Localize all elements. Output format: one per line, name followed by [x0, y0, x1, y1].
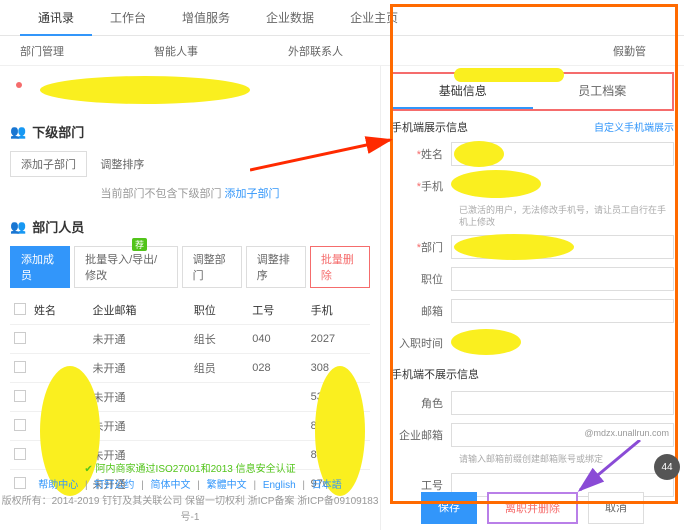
- resign-delete-button[interactable]: 离职并删除: [487, 492, 578, 524]
- sub-nav: 部门管理 智能人事 外部联系人 假勤管: [0, 36, 684, 66]
- footer-link-agreement[interactable]: 钉钉公约: [94, 480, 134, 491]
- left-panel: 👥 下级部门 添加子部门 调整排序 当前部门不包含下级部门 添加子部门 👥 部门…: [0, 66, 380, 530]
- sub-dept-label: 下级部门: [32, 122, 84, 141]
- footer-link-zhtw[interactable]: 繁體中文: [207, 480, 247, 491]
- subnav-attendance[interactable]: 假勤管: [613, 43, 676, 59]
- cell-phone: 2027: [307, 325, 370, 354]
- cell-email: 未开通: [88, 412, 189, 441]
- save-button[interactable]: 保存: [421, 492, 477, 524]
- display-section-header: 手机端展示信息 自定义手机端展示: [391, 119, 674, 135]
- th-pos: 职位: [190, 296, 248, 325]
- left-footer: ✔ 阿内商家通过ISO27001和2013 信息安全认证 帮助中心 | 钉钉公约…: [0, 462, 380, 526]
- subnav-dept[interactable]: 部门管理: [20, 43, 94, 59]
- position-input[interactable]: [451, 267, 674, 291]
- cell-pos: 组员: [190, 354, 248, 383]
- sub-dept-title: 👥 下级部门: [10, 122, 370, 141]
- add-member-button[interactable]: 添加成员: [10, 246, 70, 288]
- yellow-highlight: [454, 68, 564, 82]
- phone-label: *手机: [391, 178, 451, 194]
- nav-tab-contacts[interactable]: 通讯录: [20, 0, 92, 36]
- nav-tab-vas[interactable]: 增值服务: [164, 0, 248, 36]
- table-row[interactable]: 未开通 组长 040 2027: [10, 325, 370, 354]
- select-all-checkbox[interactable]: [14, 303, 26, 315]
- dept-label: *部门: [391, 239, 451, 255]
- corp-email-hint: 请输入邮箱前缀创建邮箱账号或绑定: [459, 454, 674, 466]
- adjust-order-button[interactable]: 调整排序: [90, 152, 154, 176]
- subnav-hr[interactable]: 智能人事: [154, 43, 228, 59]
- cell-pos: [190, 412, 248, 441]
- top-nav: 通讯录 工作台 增值服务 企业数据 企业主页: [0, 0, 684, 36]
- row-checkbox[interactable]: [14, 390, 26, 402]
- empid-label: 工号: [391, 477, 451, 493]
- row-checkbox[interactable]: [14, 448, 26, 460]
- email-input[interactable]: [451, 299, 674, 323]
- phone-hint: 已激活的用户，无法修改手机号，请让员工自行在手机上修改: [459, 205, 674, 228]
- members-label: 部门人员: [32, 217, 84, 236]
- footer-link-zhcn[interactable]: 简体中文: [151, 480, 191, 491]
- nav-tab-data[interactable]: 企业数据: [248, 0, 332, 36]
- name-label: *姓名: [391, 146, 451, 162]
- row-checkbox[interactable]: [14, 361, 26, 373]
- circle-badge: 44: [654, 454, 680, 480]
- cell-email: 未开通: [88, 383, 189, 412]
- corp-email-suffix: @mdzx.unallrun.com: [584, 428, 669, 438]
- hiredate-label: 入职时间: [391, 335, 451, 351]
- shield-icon: ✔: [84, 464, 92, 475]
- footer-link-help[interactable]: 帮助中心: [38, 480, 78, 491]
- cancel-button[interactable]: 取消: [588, 492, 644, 524]
- users-icon: 👥: [10, 219, 26, 235]
- footer-link-jp[interactable]: 日本語: [312, 480, 342, 491]
- nav-tab-homepage[interactable]: 企业主页: [332, 0, 416, 36]
- add-sub-dept-button[interactable]: 添加子部门: [10, 151, 87, 177]
- cell-id: 040: [248, 325, 306, 354]
- role-label: 角色: [391, 395, 451, 411]
- cell-email: 未开通: [88, 325, 189, 354]
- add-sub-dept-link[interactable]: 添加子部门: [225, 188, 280, 200]
- red-dot-icon: [16, 82, 22, 88]
- role-input[interactable]: [451, 391, 674, 415]
- dept-input[interactable]: [451, 235, 674, 259]
- adjust-order2-button[interactable]: 调整排序: [246, 246, 306, 288]
- cell-id: 028: [248, 354, 306, 383]
- yellow-highlight: [451, 329, 521, 355]
- dept-note: 当前部门不包含下级部门 添加子部门: [10, 185, 370, 201]
- batch-import-button[interactable]: 批量导入/导出/修改: [74, 246, 178, 288]
- cell-name: [30, 325, 88, 354]
- cell-pos: 组长: [190, 325, 248, 354]
- yellow-highlight: [454, 234, 574, 260]
- yellow-highlight: [451, 170, 541, 198]
- phone-input[interactable]: [451, 174, 674, 198]
- position-label: 职位: [391, 271, 451, 287]
- members-title: 👥 部门人员: [10, 217, 370, 236]
- th-phone: 手机: [307, 296, 370, 325]
- adjust-dept-button[interactable]: 调整部门: [182, 246, 242, 288]
- th-name: 姓名: [30, 296, 88, 325]
- sitemap-icon: 👥: [10, 124, 26, 140]
- yellow-highlight: [40, 76, 250, 104]
- recommend-badge: 荐: [132, 238, 147, 251]
- name-input[interactable]: [451, 142, 674, 166]
- th-id: 工号: [248, 296, 306, 325]
- hiredate-input[interactable]: [451, 331, 674, 355]
- right-panel: 基础信息 员工档案 手机端展示信息 自定义手机端展示 *姓名 *手机 已激活的用…: [380, 66, 684, 530]
- yellow-highlight: [454, 141, 504, 167]
- members-toolbar: 添加成员 批量导入/导出/修改 调整部门 调整排序 批量删除 荐: [10, 246, 370, 288]
- custom-display-link[interactable]: 自定义手机端展示: [594, 119, 674, 134]
- nav-tab-workbench[interactable]: 工作台: [92, 0, 164, 36]
- corp-email-input[interactable]: @mdzx.unallrun.com: [451, 423, 674, 447]
- hidden-section-header: 手机端不展示信息: [391, 366, 674, 382]
- cell-email: 未开通: [88, 354, 189, 383]
- row-checkbox[interactable]: [14, 419, 26, 431]
- subnav-external[interactable]: 外部联系人: [288, 43, 373, 59]
- corp-email-label: 企业邮箱: [391, 427, 451, 443]
- email-label: 邮箱: [391, 303, 451, 319]
- row-checkbox[interactable]: [14, 332, 26, 344]
- footer-link-en[interactable]: English: [263, 480, 296, 491]
- footer-buttons: 保存 离职并删除 取消: [381, 492, 684, 524]
- th-email: 企业邮箱: [88, 296, 189, 325]
- cell-pos: [190, 383, 248, 412]
- cell-id: [248, 383, 306, 412]
- batch-delete-button[interactable]: 批量删除: [310, 246, 370, 288]
- cell-id: [248, 412, 306, 441]
